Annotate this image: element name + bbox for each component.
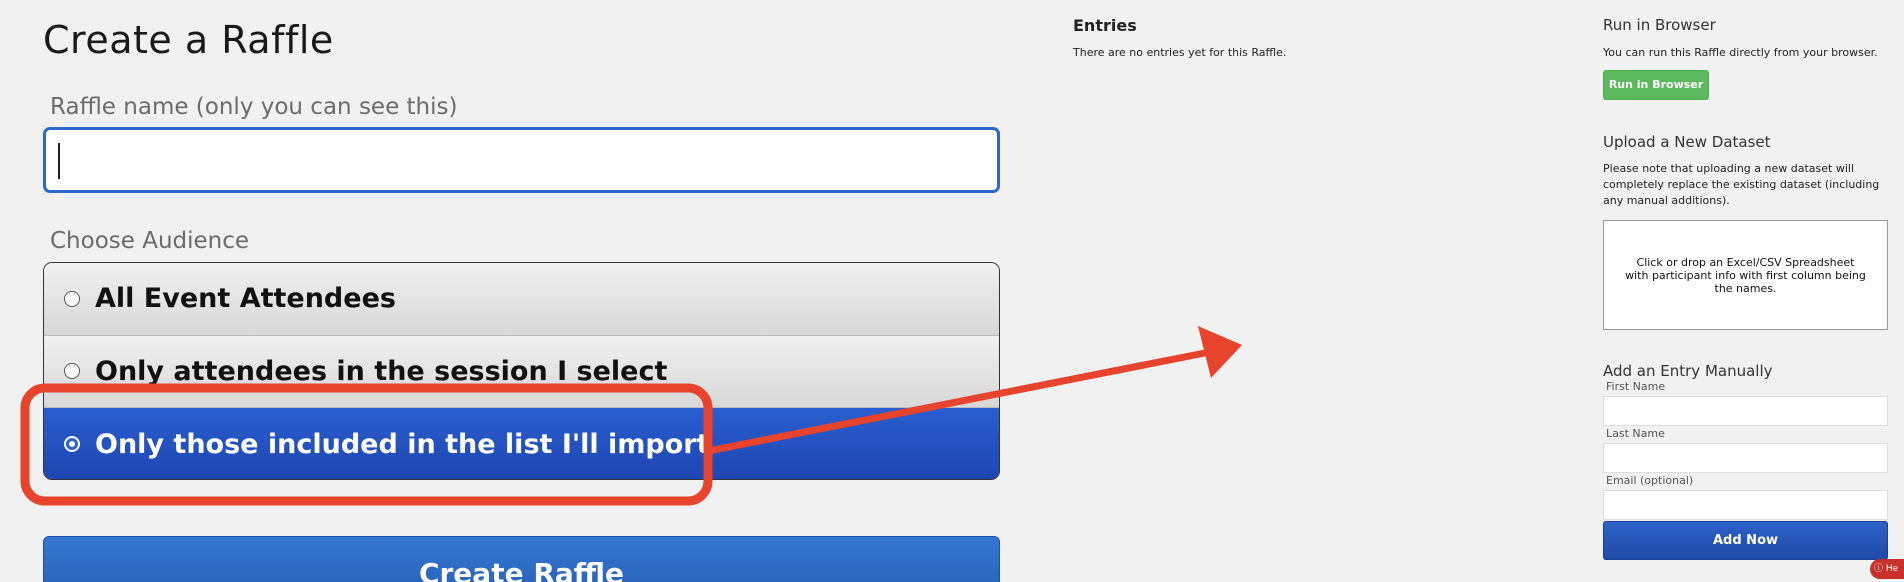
run-in-browser-title: Run in Browser bbox=[1603, 16, 1716, 34]
create-raffle-button[interactable]: Create Raffle bbox=[43, 536, 1000, 582]
entries-title: Entries bbox=[1073, 16, 1137, 35]
audience-option-label: Only attendees in the session I select bbox=[95, 355, 668, 387]
last-name-input[interactable] bbox=[1603, 443, 1888, 473]
help-badge-label: He bbox=[1885, 564, 1899, 574]
upload-dataset-text: Please note that uploading a new dataset… bbox=[1603, 162, 1880, 207]
raffle-name-label: Raffle name (only you can see this) bbox=[50, 94, 458, 120]
radio-icon[interactable] bbox=[64, 290, 80, 307]
upload-dataset-title: Upload a New Dataset bbox=[1603, 133, 1771, 151]
audience-option-session[interactable]: Only attendees in the session I select bbox=[44, 335, 999, 409]
add-now-button[interactable]: Add Now bbox=[1603, 521, 1888, 560]
first-name-input[interactable] bbox=[1603, 396, 1888, 426]
first-name-label: First Name bbox=[1606, 380, 1666, 393]
page-title: Create a Raffle bbox=[43, 18, 334, 62]
email-input[interactable] bbox=[1603, 490, 1888, 520]
run-in-browser-text: You can run this Raffle directly from yo… bbox=[1603, 46, 1878, 59]
radio-selected-icon[interactable] bbox=[64, 436, 80, 453]
raffle-name-input[interactable] bbox=[43, 127, 1000, 193]
email-label: Email (optional) bbox=[1606, 474, 1694, 487]
audience-option-import-list[interactable]: Only those included in the list I'll imp… bbox=[44, 408, 999, 479]
add-entry-title: Add an Entry Manually bbox=[1603, 362, 1773, 380]
run-in-browser-button[interactable]: Run in Browser bbox=[1603, 70, 1709, 100]
audience-option-label: Only those included in the list I'll imp… bbox=[95, 428, 710, 460]
entries-empty-text: There are no entries yet for this Raffle… bbox=[1073, 46, 1287, 59]
audience-option-label: All Event Attendees bbox=[95, 283, 396, 315]
spreadsheet-dropzone[interactable]: Click or drop an Excel/CSV Spreadsheet w… bbox=[1603, 220, 1888, 330]
audience-options: All Event Attendees Only attendees in th… bbox=[43, 262, 1000, 480]
help-badge[interactable]: ⓘ He bbox=[1870, 559, 1904, 579]
audience-option-all-attendees[interactable]: All Event Attendees bbox=[44, 263, 999, 336]
radio-icon[interactable] bbox=[64, 363, 80, 380]
last-name-label: Last Name bbox=[1606, 427, 1665, 440]
audience-label: Choose Audience bbox=[50, 228, 250, 254]
dropzone-text: Click or drop an Excel/CSV Spreadsheet w… bbox=[1625, 255, 1866, 295]
text-caret bbox=[58, 143, 60, 179]
arrow-head bbox=[1198, 326, 1242, 378]
